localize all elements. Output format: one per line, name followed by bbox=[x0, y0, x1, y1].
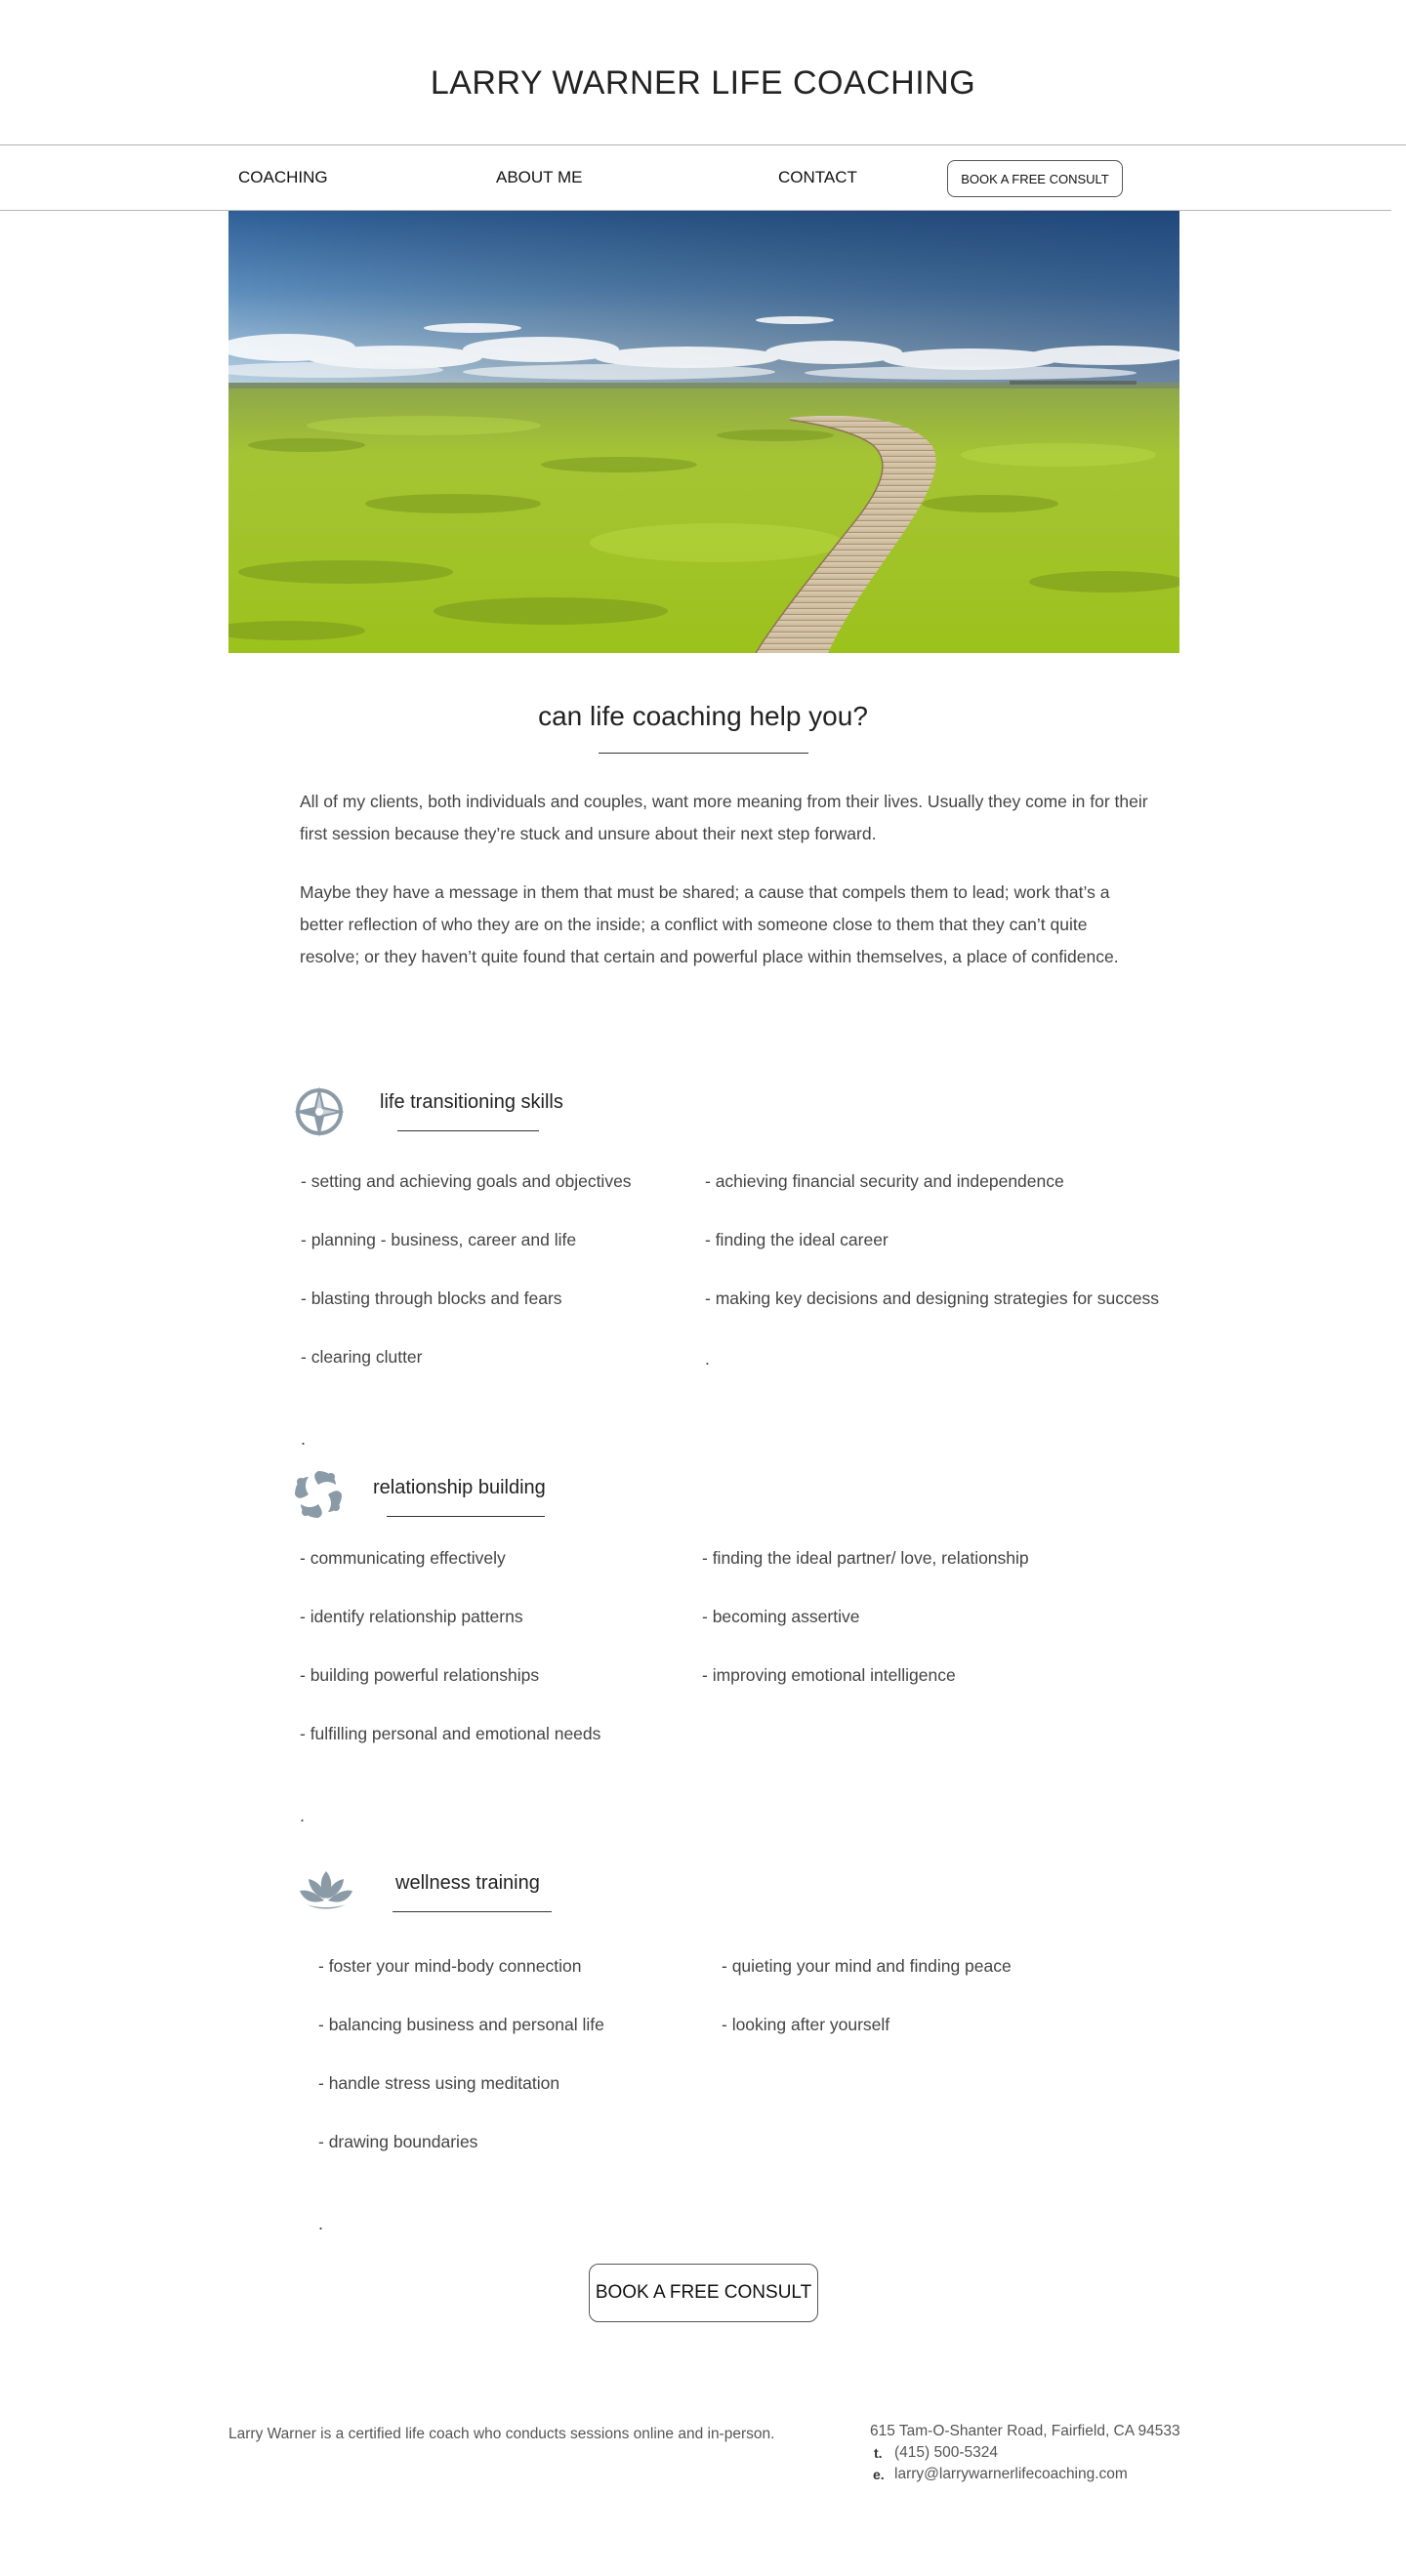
intro-paragraph-1: All of my clients, both individuals and … bbox=[300, 792, 1148, 843]
footer-phone-label: t. bbox=[874, 2445, 883, 2461]
list-item: . bbox=[705, 1349, 710, 1369]
list-item: - setting and achieving goals and object… bbox=[301, 1171, 632, 1191]
list-item: - looking after yourself bbox=[722, 2015, 890, 2034]
section-trailing-dot: . bbox=[301, 1429, 307, 1449]
section-title-relationship-building: relationship building bbox=[373, 1477, 546, 1498]
section-title-life-transitioning: life transitioning skills bbox=[380, 1091, 563, 1113]
section-rule-wellness-training bbox=[393, 1911, 552, 1912]
section-trailing-dot: . bbox=[318, 2214, 324, 2233]
list-item: - planning - business, career and life bbox=[301, 1230, 577, 1249]
nav-contact[interactable]: CONTACT bbox=[778, 168, 857, 187]
list-item: - fulfilling personal and emotional need… bbox=[300, 1724, 601, 1743]
list-item: - clearing clutter bbox=[301, 1347, 423, 1367]
nav-top-divider bbox=[0, 144, 1406, 145]
list-item: - becoming assertive bbox=[702, 1607, 860, 1626]
list-item: - blasting through blocks and fears bbox=[301, 1288, 562, 1308]
list-item: - drawing boundaries bbox=[318, 2132, 478, 2151]
intro-heading: can life coaching help you? bbox=[538, 701, 868, 731]
footer-email-link[interactable]: larry@larrywarnerlifecoaching.com bbox=[894, 2466, 1128, 2483]
intro-heading-rule bbox=[599, 753, 808, 754]
compass-icon bbox=[292, 1084, 347, 1139]
list-item: - improving emotional intelligence bbox=[702, 1665, 956, 1685]
list-item: - foster your mind-body connection bbox=[318, 1956, 582, 1976]
list-item: - handle stress using meditation bbox=[318, 2073, 560, 2093]
list-item: - achieving financial security and indep… bbox=[705, 1171, 1064, 1191]
list-item: - quieting your mind and finding peace bbox=[722, 1956, 1012, 1976]
list-item: - making key decisions and designing str… bbox=[705, 1288, 1159, 1308]
list-item: - finding the ideal career bbox=[705, 1230, 889, 1249]
section-trailing-dot: . bbox=[300, 1806, 306, 1825]
list-item: - finding the ideal partner/ love, relat… bbox=[702, 1548, 1029, 1568]
footer-email-label: e. bbox=[873, 2467, 885, 2482]
section-rule-life-transitioning bbox=[397, 1130, 539, 1131]
footer-about: Larry Warner is a certified life coach w… bbox=[228, 2426, 775, 2442]
nav-coaching[interactable]: COACHING bbox=[238, 168, 328, 187]
intro-paragraph-2: Maybe they have a message in them that m… bbox=[300, 882, 1119, 966]
list-item: - identify relationship patterns bbox=[300, 1607, 523, 1626]
list-item: - building powerful relationships bbox=[300, 1665, 540, 1685]
hero-image bbox=[228, 211, 1179, 653]
nav-book-consult-button[interactable]: BOOK A FREE CONSULT bbox=[947, 160, 1123, 197]
list-item: - communicating effectively bbox=[300, 1548, 506, 1568]
circle-of-people-icon bbox=[291, 1467, 346, 1522]
section-title-wellness-training: wellness training bbox=[395, 1872, 540, 1894]
site-title[interactable]: LARRY WARNER LIFE COACHING bbox=[0, 64, 1406, 102]
book-consult-button[interactable]: BOOK A FREE CONSULT bbox=[589, 2264, 818, 2322]
nav-about-me[interactable]: ABOUT ME bbox=[496, 168, 582, 187]
footer-address: 615 Tam-O-Shanter Road, Fairfield, CA 94… bbox=[870, 2423, 1180, 2439]
section-rule-relationship-building bbox=[387, 1516, 545, 1517]
footer-phone-link[interactable]: (415) 500-5324 bbox=[894, 2444, 998, 2462]
list-item: - balancing business and personal life bbox=[318, 2015, 604, 2034]
lotus-icon bbox=[299, 1867, 353, 1922]
